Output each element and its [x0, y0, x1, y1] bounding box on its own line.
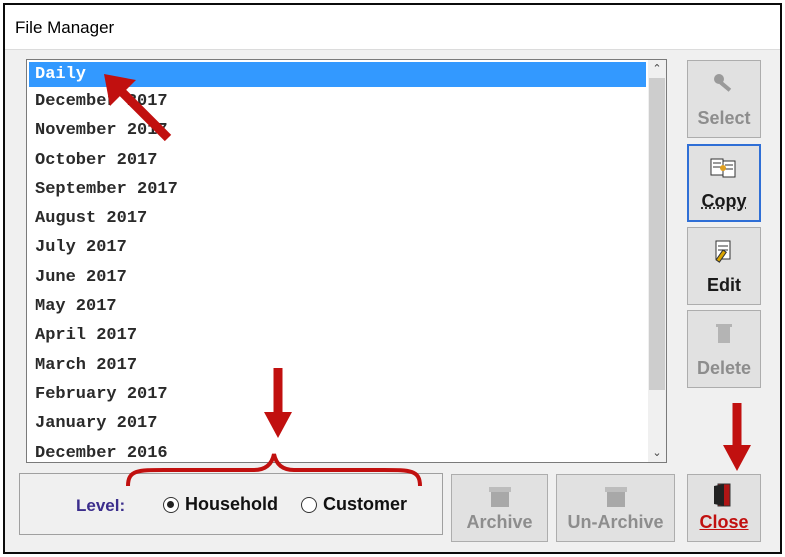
select-button[interactable]: Select	[687, 60, 761, 138]
archive-label: Archive	[466, 512, 533, 532]
edit-label: Edit	[707, 275, 741, 295]
list-item[interactable]: March 2017	[27, 351, 648, 380]
delete-label: Delete	[696, 358, 752, 378]
annotation-arrow-level	[264, 368, 292, 438]
list-item[interactable]: May 2017	[27, 292, 648, 321]
list-item[interactable]: July 2017	[27, 233, 648, 262]
edit-button[interactable]: Edit	[687, 227, 761, 305]
window-title: File Manager	[15, 18, 115, 37]
unarchive-box-icon	[601, 481, 631, 514]
trash-icon	[714, 321, 734, 353]
unarchive-button[interactable]: Un-Archive	[556, 474, 675, 542]
select-label: Select	[697, 108, 751, 128]
radio-household-label: Household	[185, 494, 278, 514]
scroll-down-icon[interactable]: ⌄	[648, 444, 666, 462]
list-item[interactable]: August 2017	[27, 204, 648, 233]
exit-door-icon	[711, 481, 737, 514]
scrollbar[interactable]: ⌃ ⌄	[648, 60, 666, 462]
title-bar: File Manager	[5, 5, 780, 50]
close-button[interactable]: Close	[687, 474, 761, 542]
copy-icon	[709, 156, 739, 186]
level-label: Level:	[76, 496, 126, 515]
list-item[interactable]: June 2017	[27, 263, 648, 292]
copy-label: Copy	[701, 191, 747, 211]
radio-dot-household	[163, 496, 179, 513]
unarchive-label: Un-Archive	[567, 512, 664, 532]
copy-button[interactable]: Copy	[687, 144, 761, 222]
annotation-arrow-close	[723, 403, 751, 471]
list-item[interactable]: January 2017	[27, 409, 648, 438]
key-icon	[711, 71, 737, 103]
scroll-thumb[interactable]	[649, 78, 665, 390]
annotation-brace	[126, 453, 422, 487]
delete-button[interactable]: Delete	[687, 310, 761, 388]
close-label: Close	[699, 512, 749, 532]
edit-icon	[711, 238, 737, 270]
list-item[interactable]: April 2017	[27, 321, 648, 350]
list-item[interactable]: September 2017	[27, 175, 648, 204]
radio-customer[interactable]: Customer	[301, 494, 407, 515]
radio-household[interactable]: Household	[163, 494, 278, 515]
radio-dot-customer	[301, 496, 317, 513]
annotation-arrow-daily	[104, 74, 172, 142]
radio-customer-label: Customer	[323, 494, 408, 514]
archive-button[interactable]: Archive	[451, 474, 548, 542]
archive-box-icon	[485, 481, 515, 514]
scroll-up-icon[interactable]: ⌃	[648, 60, 666, 78]
list-item[interactable]: February 2017	[27, 380, 648, 409]
